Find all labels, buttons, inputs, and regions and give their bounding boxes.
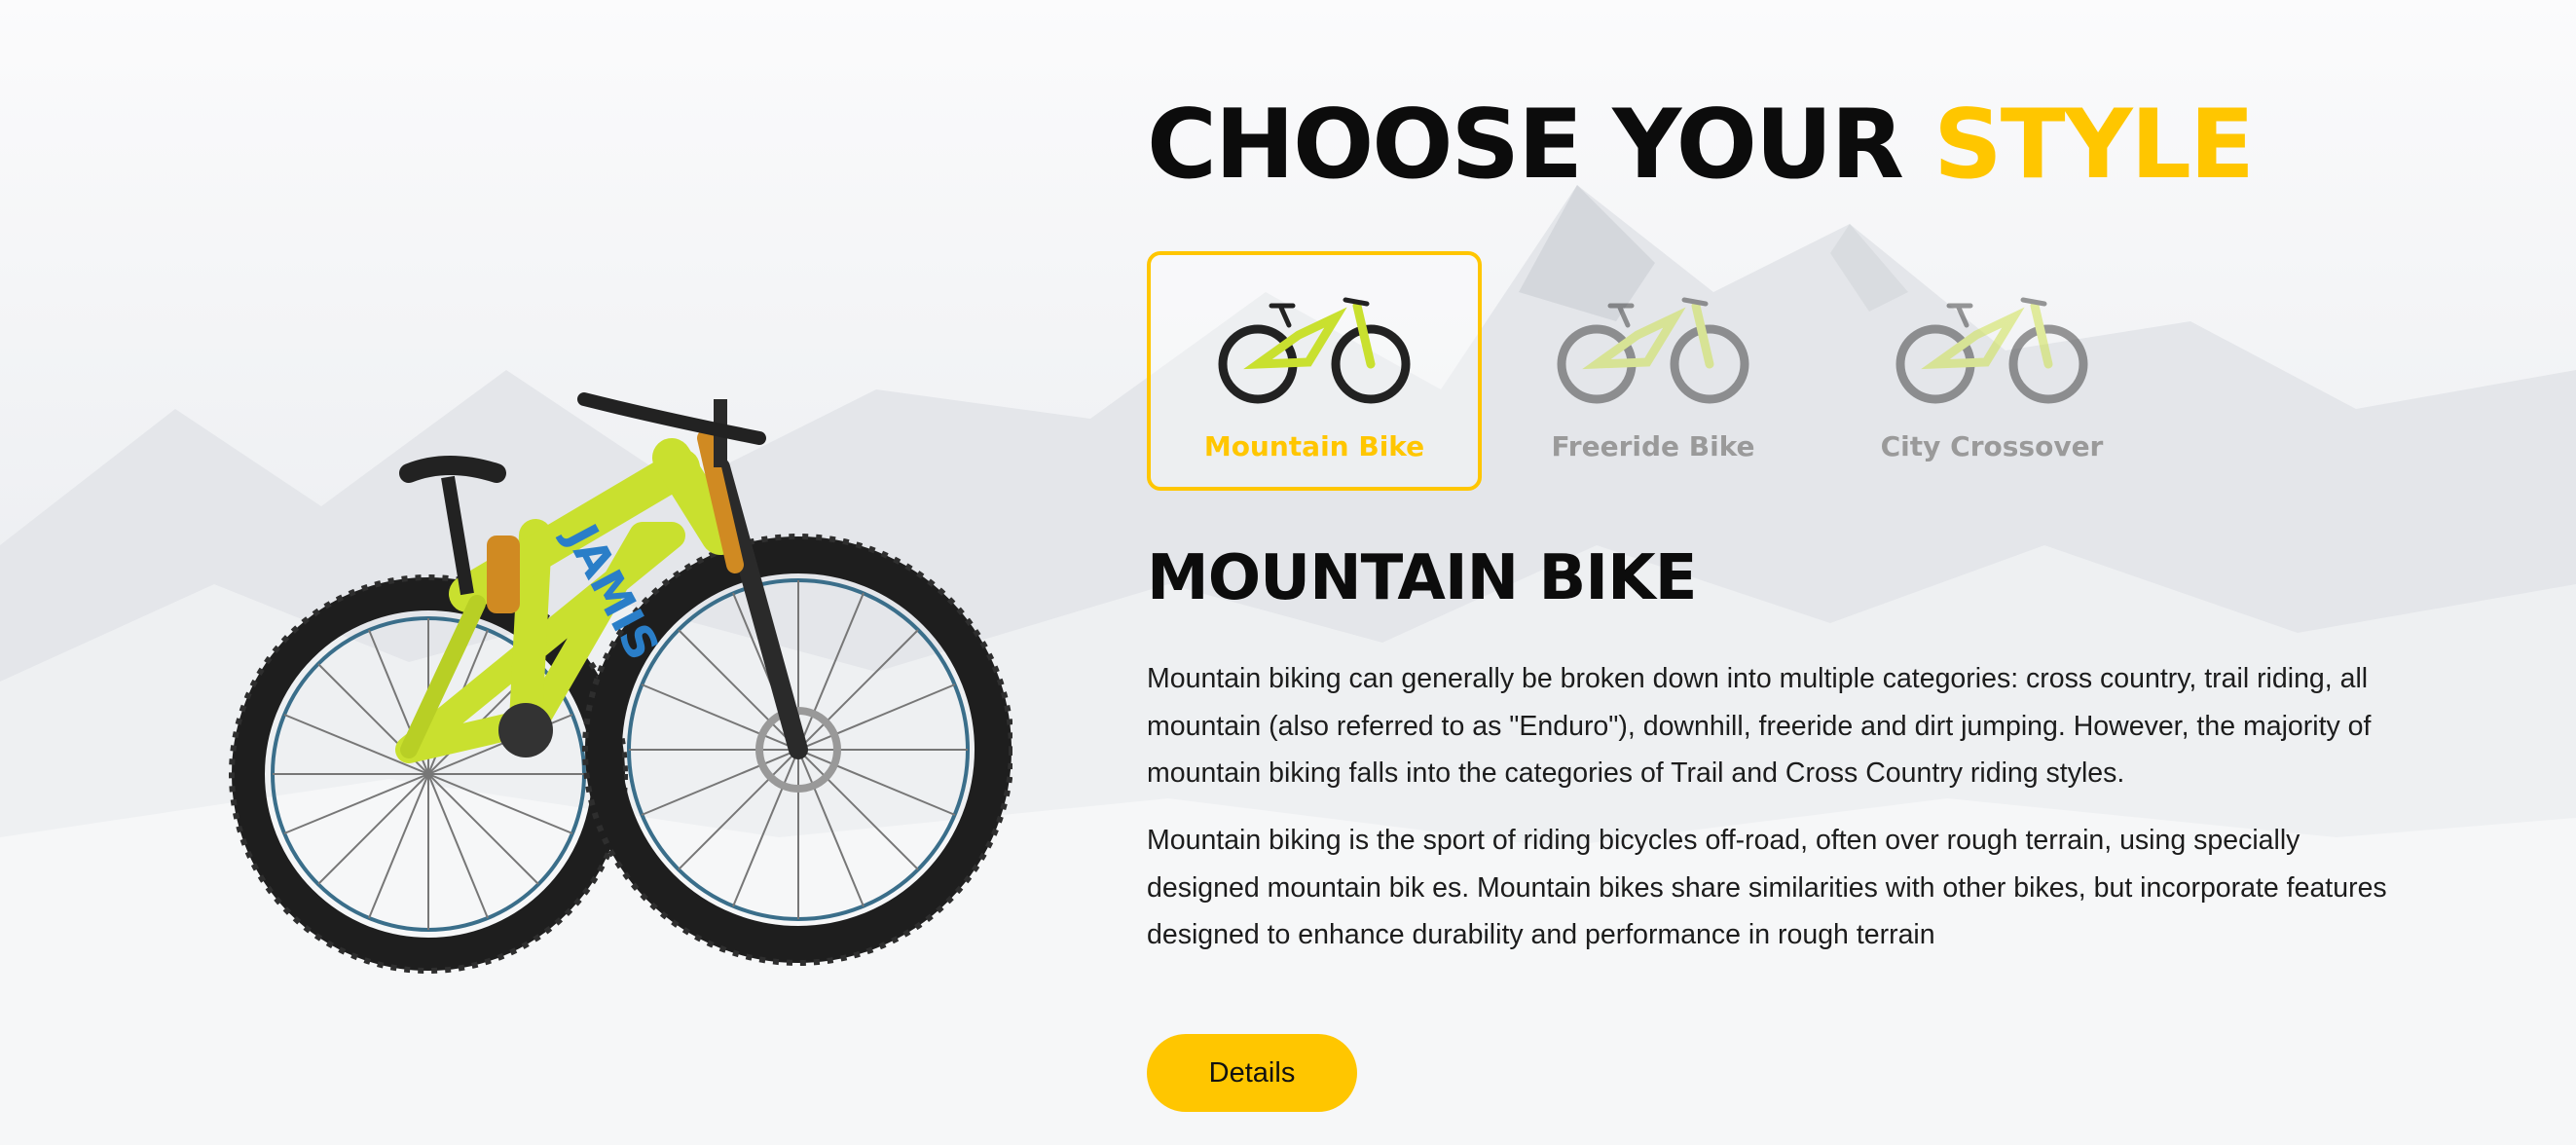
page-title: CHOOSE YOUR STYLE (1147, 97, 2255, 193)
details-button[interactable]: Details (1147, 1034, 1357, 1112)
style-card-label: City Crossover (1880, 430, 2104, 462)
section-title: MOUNTAIN BIKE (1147, 542, 1697, 614)
city-crossover-bike-icon (1895, 297, 2088, 404)
page-title-prefix: CHOOSE YOUR (1147, 90, 1904, 201)
description-paragraph: Mountain biking can generally be broken … (1147, 663, 2372, 789)
style-card-city-crossover[interactable]: City Crossover (1824, 251, 2159, 491)
mountain-bike-photo: JAMIS (229, 392, 1012, 974)
style-card-mountain-bike[interactable]: Mountain Bike (1147, 251, 1482, 491)
style-card-freeride-bike[interactable]: Freeride Bike (1486, 251, 1821, 491)
freeride-bike-icon (1557, 297, 1749, 404)
style-card-label: Freeride Bike (1551, 430, 1755, 462)
page-title-accent: STYLE (1933, 90, 2255, 201)
mountain-bike-icon (1218, 297, 1411, 404)
style-card-label: Mountain Bike (1203, 430, 1425, 462)
description-paragraph: Mountain biking is the sport of riding b… (1147, 825, 2387, 950)
style-selector: Mountain Bike Freeride Bike City Crossov… (1147, 251, 2179, 491)
